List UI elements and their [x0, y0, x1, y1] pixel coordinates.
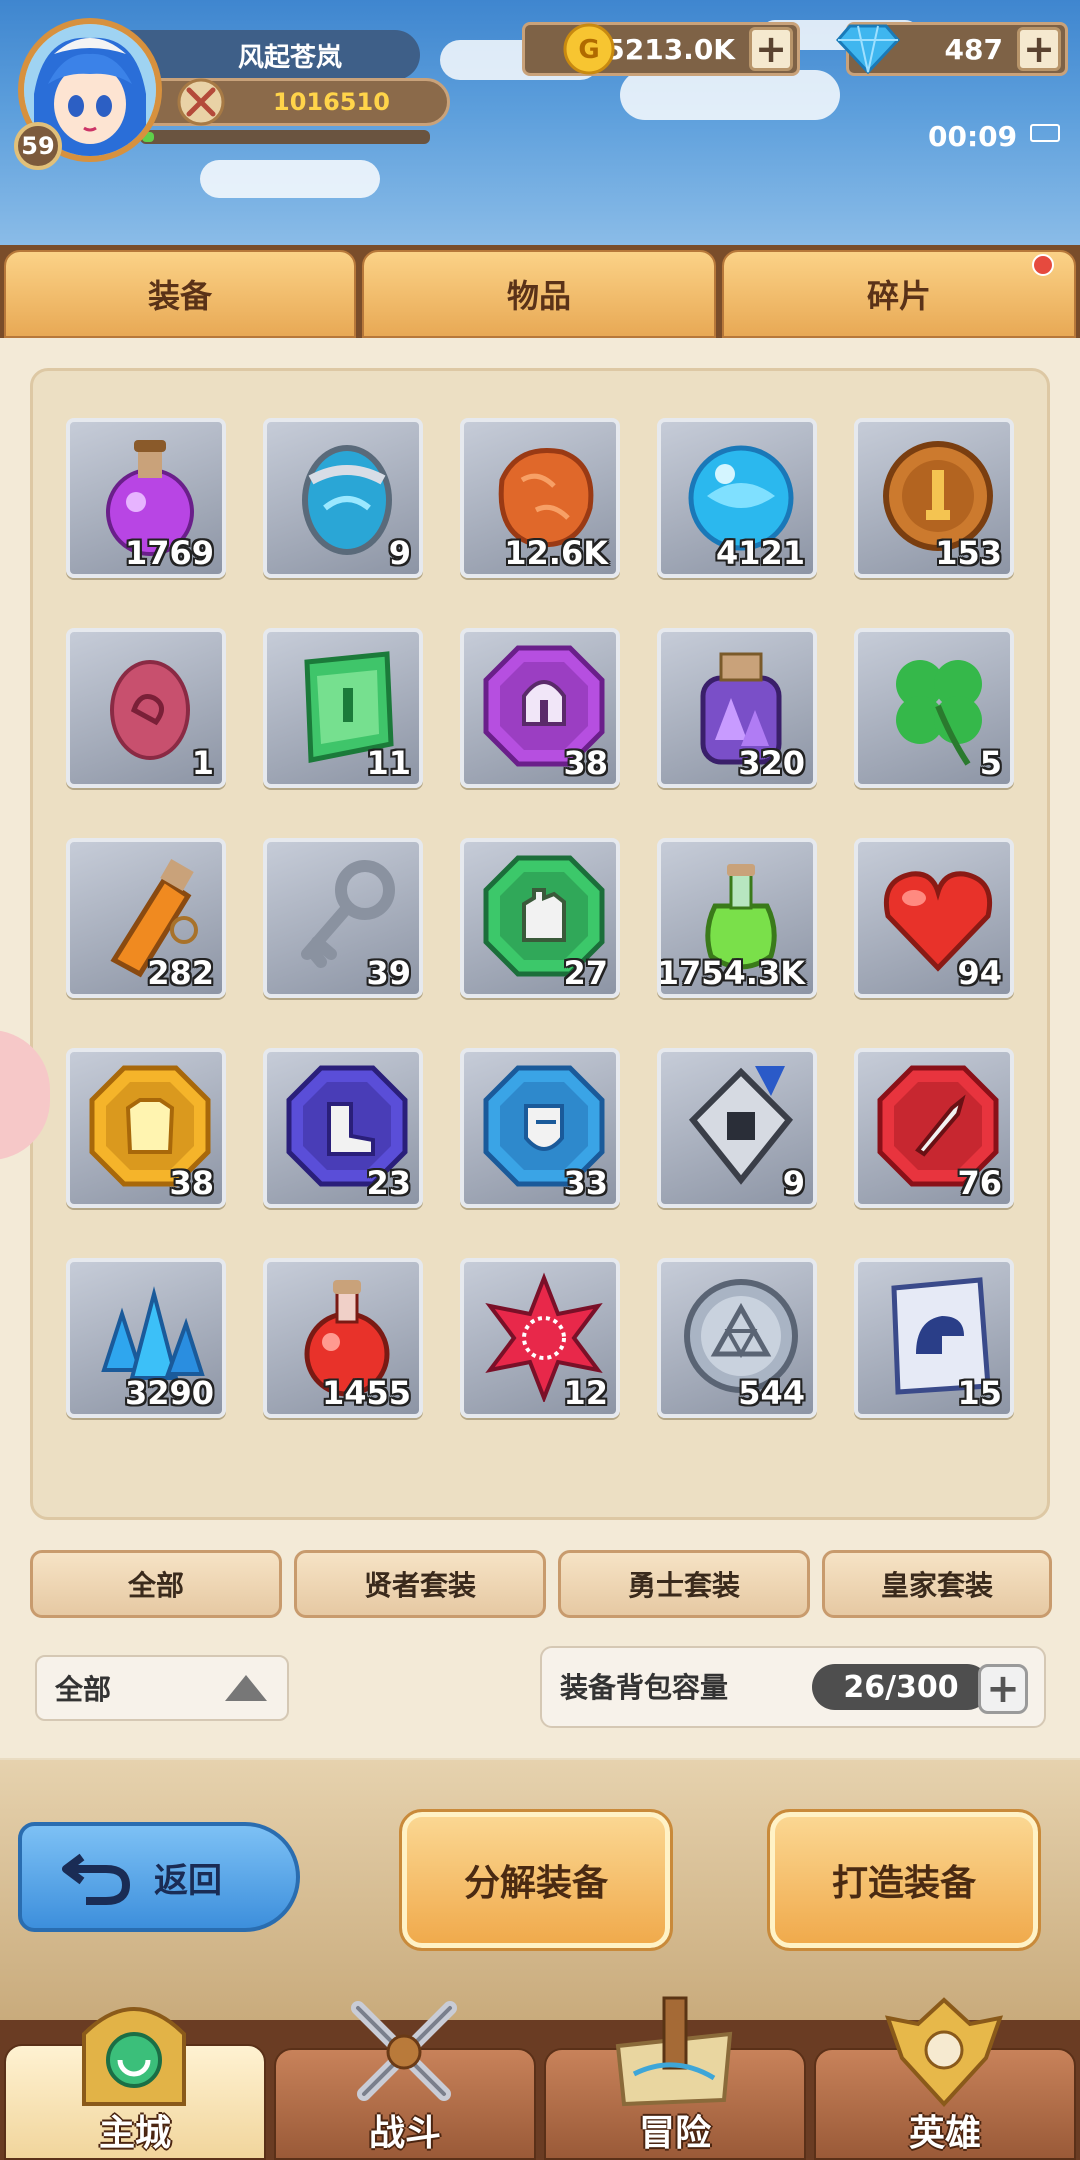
inventory-slot[interactable]: 27 — [460, 838, 620, 998]
filter-all[interactable]: 全部 — [30, 1550, 282, 1618]
inventory-slot[interactable]: 1754.3K — [657, 838, 817, 998]
power-value: 1016510 — [273, 88, 390, 116]
filter-sage-set[interactable]: 贤者套装 — [294, 1550, 546, 1618]
item-count: 3290 — [124, 1374, 214, 1412]
item-count: 9 — [388, 534, 411, 572]
gold-coin-icon: G — [563, 23, 615, 75]
item-count: 38 — [169, 1164, 214, 1202]
item-count: 282 — [147, 954, 214, 992]
svg-text:G: G — [578, 35, 599, 65]
item-count: 153 — [935, 534, 1002, 572]
item-count: 5 — [979, 744, 1002, 782]
exp-bar — [140, 130, 430, 144]
filter-royal-set[interactable]: 皇家套装 — [822, 1550, 1052, 1618]
inventory-slot[interactable]: 76 — [854, 1048, 1014, 1208]
inventory-slot[interactable]: 38 — [66, 1048, 226, 1208]
item-count: 1 — [191, 744, 214, 782]
nav-label-main-city: 主城 — [98, 2113, 171, 2154]
item-count: 544 — [738, 1374, 805, 1412]
inventory-slot[interactable]: 3290 — [66, 1258, 226, 1418]
decompose-equipment-button[interactable]: 分解装备 — [399, 1809, 673, 1951]
player-name: 风起苍岚 — [120, 30, 420, 80]
item-count: 12.6K — [504, 534, 608, 572]
item-count: 33 — [563, 1164, 608, 1202]
capacity-label: 装备背包容量 — [560, 1671, 729, 1704]
item-count: 1754.3K — [657, 954, 805, 992]
item-count: 1769 — [124, 534, 214, 572]
nav-label-adventure: 冒险 — [638, 2113, 711, 2154]
inventory-slot[interactable]: 94 — [854, 838, 1014, 998]
back-label: 返回 — [154, 1860, 222, 1901]
crossed-swords-icon — [177, 78, 225, 126]
inventory-slot[interactable]: 153 — [854, 418, 1014, 578]
inventory-slot[interactable]: 11 — [263, 628, 423, 788]
inventory-slot[interactable]: 1455 — [263, 1258, 423, 1418]
notification-dot — [1032, 254, 1054, 276]
inventory-slot[interactable]: 33 — [460, 1048, 620, 1208]
inventory-slot[interactable]: 12.6K — [460, 418, 620, 578]
expand-capacity-button[interactable]: + — [978, 1664, 1028, 1714]
category-dropdown[interactable]: 全部 — [35, 1655, 289, 1721]
add-gem-button[interactable]: + — [1017, 27, 1061, 71]
inventory-slot[interactable]: 320 — [657, 628, 817, 788]
tab-items[interactable]: 物品 — [362, 250, 716, 338]
adventure-map-icon — [615, 1996, 733, 2107]
back-button[interactable]: 返回 — [18, 1822, 300, 1932]
item-count: 9 — [782, 1164, 805, 1202]
nav-label-heroes: 英雄 — [908, 2113, 981, 2154]
return-arrow-icon — [62, 1853, 131, 1905]
item-count: 94 — [957, 954, 1002, 992]
inventory-slot[interactable]: 282 — [66, 838, 226, 998]
triangle-up-icon — [225, 1675, 267, 1701]
item-count: 23 — [366, 1164, 411, 1202]
item-count: 4121 — [715, 534, 805, 572]
battery-icon — [1030, 124, 1060, 142]
diamond-icon — [836, 24, 900, 75]
item-count: 76 — [957, 1164, 1002, 1202]
inventory-slot[interactable]: 9 — [657, 1048, 817, 1208]
item-count: 11 — [366, 744, 411, 782]
tab-fragments[interactable]: 碎片 — [722, 250, 1076, 338]
inventory-slot[interactable]: 12 — [460, 1258, 620, 1418]
tab-equipment[interactable]: 装备 — [4, 250, 356, 338]
filter-warrior-set[interactable]: 勇士套装 — [558, 1550, 810, 1618]
inventory-slot[interactable]: 39 — [263, 838, 423, 998]
item-count: 1455 — [321, 1374, 411, 1412]
clock: 00:09 — [928, 120, 1018, 153]
add-gold-button[interactable]: + — [749, 27, 793, 71]
forge-equipment-button[interactable]: 打造装备 — [767, 1809, 1041, 1951]
inventory-slot[interactable]: 4121 — [657, 418, 817, 578]
inventory-slot[interactable]: 15 — [854, 1258, 1014, 1418]
inventory-slot[interactable]: 5 — [854, 628, 1014, 788]
item-count: 12 — [563, 1374, 608, 1412]
item-count: 27 — [563, 954, 608, 992]
hero-crest-icon — [884, 1997, 1004, 2107]
inventory-slot[interactable]: 1769 — [66, 418, 226, 578]
item-count: 38 — [563, 744, 608, 782]
inventory-slot[interactable]: 9 — [263, 418, 423, 578]
capacity-value: 26/300 — [812, 1664, 990, 1710]
inventory-slot[interactable]: 23 — [263, 1048, 423, 1208]
item-count: 39 — [366, 954, 411, 992]
dropdown-value: 全部 — [55, 1673, 112, 1706]
inventory-slot[interactable]: 38 — [460, 628, 620, 788]
inventory-slot[interactable]: 1 — [66, 628, 226, 788]
item-count: 320 — [738, 744, 805, 782]
crossed-swords-nav-icon — [351, 2001, 457, 2101]
level-badge: 59 — [14, 122, 62, 170]
nav-label-battle: 战斗 — [368, 2113, 441, 2154]
item-count: 15 — [957, 1374, 1002, 1412]
city-gate-icon — [82, 2007, 186, 2106]
inventory-slot[interactable]: 544 — [657, 1258, 817, 1418]
